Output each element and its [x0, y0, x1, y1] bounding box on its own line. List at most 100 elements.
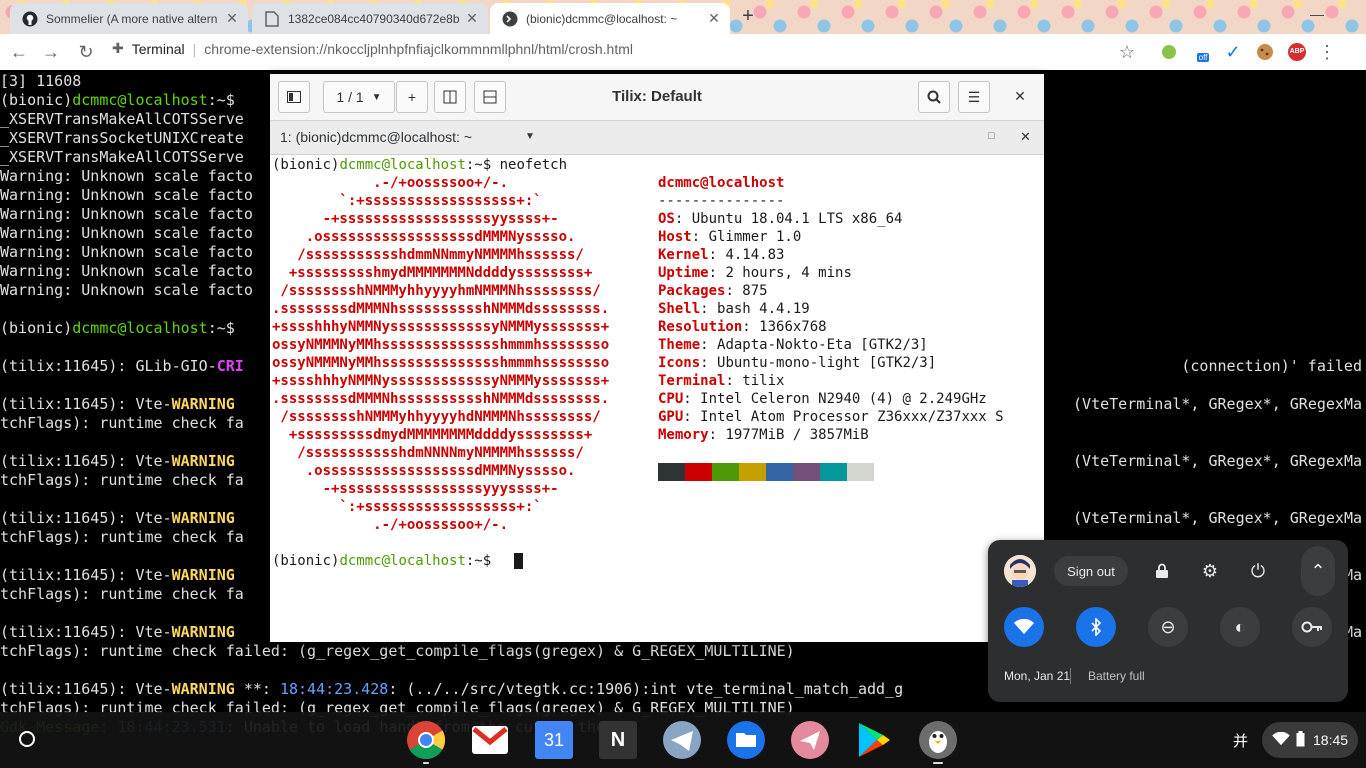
tab-title: Sommelier (A more native altern	[46, 11, 218, 26]
collapse-chevron-icon[interactable]: ⌃	[1301, 546, 1335, 596]
launcher-icon[interactable]	[19, 731, 35, 747]
avatar[interactable]	[1004, 555, 1036, 587]
info-row: GPU: Intel Atom Processor Z36xxx/Z37xxx …	[658, 409, 1004, 425]
gmail-icon[interactable]	[470, 720, 510, 760]
info-row: Host: Glimmer 1.0	[658, 229, 801, 245]
night-light-icon[interactable]: ◐	[1220, 607, 1260, 647]
session-switcher[interactable]: 1 / 1 ▼	[323, 81, 395, 113]
back-icon[interactable]: ←	[8, 41, 30, 63]
terminal-text: tchFlags): runtime check fa	[0, 585, 244, 603]
terminal-icon	[502, 11, 518, 27]
info-divider: ---------------	[658, 193, 785, 209]
bookmark-star-icon[interactable]: ☆	[1116, 41, 1138, 63]
vpn-key-icon[interactable]	[1292, 607, 1332, 647]
date-label: Mon, Jan 21	[1004, 669, 1071, 683]
terminal-text: dcmmc@localhost	[72, 91, 208, 109]
bluetooth-icon[interactable]	[1076, 607, 1116, 647]
gear-icon[interactable]: ⚙	[1190, 551, 1230, 591]
text-cursor	[514, 553, 523, 569]
omnibox[interactable]: ✚ Terminal | chrome-extension://nkoccljp…	[112, 40, 633, 57]
extension-v-icon[interactable]: ✓	[1222, 41, 1244, 63]
terminal-text: [3] 11608	[0, 72, 82, 90]
wifi-icon[interactable]	[1004, 607, 1044, 647]
minimize-icon[interactable]: —	[1310, 6, 1324, 22]
tab-sommelier[interactable]: Sommelier (A more native altern ✕	[10, 3, 248, 34]
do-not-disturb-icon[interactable]: ⊖	[1148, 607, 1188, 647]
info-value: 4.14.83	[725, 247, 785, 263]
add-session-button[interactable]: +	[396, 81, 428, 113]
logo-line: -+ssssssssssssssssssyyssss+-	[272, 211, 559, 227]
chevron-down-icon[interactable]: ▼	[525, 131, 535, 142]
ime-indicator[interactable]: 并	[1233, 730, 1248, 751]
tux-icon[interactable]	[918, 720, 958, 760]
terminal-line: tchFlags): runtime check fa	[0, 471, 244, 490]
info-colon: :	[708, 265, 726, 281]
info-value: 875	[742, 283, 768, 299]
maximize-icon[interactable]: □	[988, 130, 995, 142]
info-key: Host	[658, 229, 692, 245]
close-icon[interactable]: ✕	[224, 10, 240, 27]
terminal-line: Warning: Unknown scale facto	[0, 281, 253, 300]
power-icon[interactable]: ⏻	[1238, 551, 1278, 591]
palette-swatch	[712, 463, 739, 481]
logo-line: -+sssssssssssssssssyyyssss+-	[272, 481, 559, 497]
prompt-line: (bionic)dcmmc@localhost:~$ neofetch	[272, 157, 567, 173]
terminal-text: (tilix:11645): Vte-	[0, 623, 172, 641]
info-row: Icons: Ubuntu-mono-light [GTK2/3]	[658, 355, 936, 371]
adblock-icon[interactable]: ABP	[1286, 41, 1308, 63]
info-value: 1366x768	[759, 319, 827, 335]
lock-icon[interactable]	[1142, 551, 1182, 591]
hamburger-menu-icon[interactable]: ☰	[958, 81, 990, 113]
chrome-icon[interactable]	[406, 720, 446, 760]
terminal-text: Warning: Unknown scale facto	[0, 243, 253, 261]
tab-hash[interactable]: 1382ce084cc40790340d672e8b ✕	[252, 3, 488, 34]
prompt-prefix: (bionic)	[272, 553, 340, 569]
paper-plane-icon[interactable]	[790, 720, 830, 760]
telegram-icon[interactable]	[662, 720, 702, 760]
terminal-text: Warning: Unknown scale facto	[0, 281, 253, 299]
terminal-text: :~$	[207, 91, 244, 109]
terminal-text: (tilix:11645): Vte-	[0, 395, 172, 413]
play-store-icon[interactable]	[854, 720, 894, 760]
divider	[1070, 668, 1071, 684]
extension-circle-icon[interactable]	[1158, 41, 1180, 63]
sign-out-button[interactable]: Sign out	[1054, 556, 1128, 586]
split-right-icon[interactable]	[434, 81, 466, 113]
info-key: Memory	[658, 427, 709, 443]
tab-terminal[interactable]: (bionic)dcmmc@localhost: ~ ✕	[490, 3, 730, 34]
logo-line: /ssssssssssshdmNNNNmyNMMMMhssssss/	[272, 445, 584, 461]
sidebar-toggle-icon[interactable]	[278, 81, 310, 113]
split-down-icon[interactable]	[474, 81, 506, 113]
info-key: CPU	[658, 391, 684, 407]
calendar-icon[interactable]: 31	[534, 720, 574, 760]
terminal-text: : (../../src/vtegtk.cc:1906):int vte_ter…	[388, 680, 904, 698]
info-colon: :	[725, 283, 743, 299]
forward-icon[interactable]: →	[40, 41, 62, 63]
terminal-line: _XSERVTransSocketUNIXCreate	[0, 129, 244, 148]
close-icon[interactable]: ✕	[706, 10, 722, 27]
close-icon[interactable]: ✕	[464, 10, 480, 27]
shelf: 31 N 并 18:45	[0, 712, 1366, 768]
menu-dots-icon[interactable]: ⋮	[1316, 41, 1338, 63]
notion-icon[interactable]: N	[598, 720, 638, 760]
info-key: GPU	[658, 409, 684, 425]
info-row: Memory: 1977MiB / 3857MiB	[658, 427, 869, 443]
extension-off-icon[interactable]: off	[1192, 41, 1214, 63]
window-close-button[interactable]: ✕	[1006, 81, 1034, 111]
terminal-line: tchFlags): runtime check failed: (g_rege…	[0, 642, 795, 661]
status-area[interactable]: 18:45	[1262, 722, 1358, 758]
files-icon[interactable]	[726, 720, 766, 760]
terminal-close-icon[interactable]: ✕	[1020, 129, 1031, 145]
terminal-text: WARNING	[171, 623, 235, 641]
search-icon[interactable]	[918, 81, 950, 113]
terminal-line: Warning: Unknown scale facto	[0, 167, 253, 186]
terminal-text: _XSERVTransSocketUNIXCreate	[0, 129, 244, 147]
prompt-suffix: :~$	[465, 157, 500, 173]
tilix-terminal[interactable]: (bionic)dcmmc@localhost:~$ neofetch .-/+…	[270, 155, 1044, 642]
reload-icon[interactable]: ↻	[75, 41, 97, 63]
info-key: OS	[658, 211, 675, 227]
new-tab-button[interactable]: +	[735, 5, 761, 29]
terminal-titlebar: 1: (bionic)dcmmc@localhost: ~ ▼ □ ✕	[270, 121, 1044, 155]
terminal-line: (tilix:11645): Vte-WARNING	[0, 452, 235, 471]
cookie-icon[interactable]	[1254, 41, 1276, 63]
